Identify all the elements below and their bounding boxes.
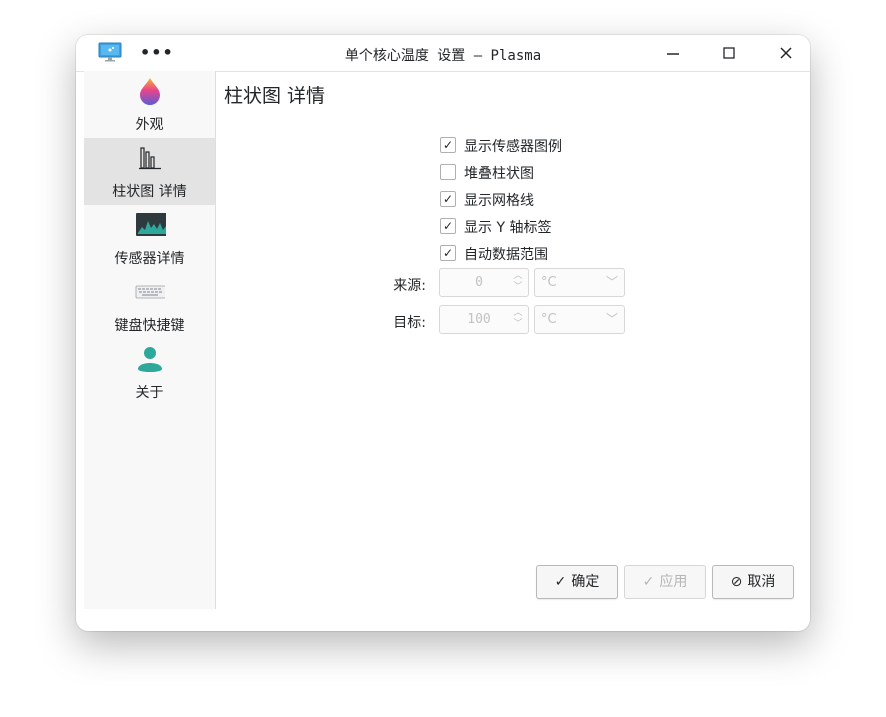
sidebar: 外观 柱状图 详情 传感器详情 键盘快捷键 关于 — [84, 71, 216, 609]
from-unit-select[interactable]: °C ﹀ — [534, 268, 625, 297]
spin-arrows-icon[interactable]: ︿ ﹀ — [512, 308, 524, 330]
apply-button[interactable]: ✓ 应用 — [624, 565, 706, 599]
from-unit: °C — [541, 275, 557, 290]
chevron-down-icon: ﹀ — [605, 312, 618, 326]
sidebar-item-label: 柱状图 详情 — [112, 184, 187, 200]
sidebar-item-appearance[interactable]: 外观 — [84, 71, 215, 138]
window-title: 单个核心温度 设置 — Plasma — [344, 48, 542, 64]
to-value: 100 — [467, 312, 491, 327]
option-label: 自动数据范围 — [464, 247, 548, 263]
cancel-button-label: 取消 — [747, 574, 776, 590]
sidebar-item-label: 外观 — [135, 117, 164, 133]
user-icon — [138, 347, 162, 372]
check-icon: ✓ — [642, 574, 655, 590]
from-value: 0 — [475, 275, 483, 290]
chevron-down-icon: ﹀ — [605, 275, 618, 289]
settings-window: ••• 单个核心温度 设置 — Plasma 外观 柱状图 详情 传感器详情 键… — [76, 35, 810, 631]
sidebar-item-label: 关于 — [135, 385, 164, 401]
ok-button-label: 确定 — [571, 574, 600, 590]
checkbox-checked[interactable]: ✓ — [440, 191, 456, 207]
minimize-icon[interactable] — [660, 40, 686, 66]
maximize-icon[interactable] — [716, 40, 742, 66]
checkbox-checked[interactable]: ✓ — [440, 245, 456, 261]
to-unit: °C — [541, 312, 557, 327]
from-spinbox[interactable]: 0 ︿ ﹀ — [439, 268, 529, 297]
to-label: 目标: — [393, 315, 426, 331]
option-label: 显示网格线 — [464, 193, 534, 209]
close-icon[interactable] — [773, 40, 799, 66]
sensor-monitor-icon — [136, 213, 166, 236]
option-label: 显示 Y 轴标签 — [464, 220, 552, 236]
keyboard-icon — [135, 285, 165, 299]
ok-button[interactable]: ✓ 确定 — [536, 565, 618, 599]
sidebar-item-sensor-details[interactable]: 传感器详情 — [84, 205, 215, 272]
checkbox-checked[interactable]: ✓ — [440, 137, 456, 153]
checkbox-unchecked[interactable] — [440, 164, 456, 180]
option-label: 堆叠柱状图 — [464, 166, 534, 182]
to-spinbox[interactable]: 100 ︿ ﹀ — [439, 305, 529, 334]
check-icon: ✓ — [554, 574, 567, 590]
page-title: 柱状图 详情 — [224, 85, 326, 107]
sidebar-item-about[interactable]: 关于 — [84, 339, 215, 406]
to-unit-select[interactable]: °C ﹀ — [534, 305, 625, 334]
appearance-drop-icon — [140, 78, 160, 105]
option-label: 显示传感器图例 — [464, 139, 562, 155]
cancel-icon: ⊘ — [730, 574, 743, 590]
sidebar-item-label: 键盘快捷键 — [114, 318, 185, 334]
spin-arrows-icon[interactable]: ︿ ﹀ — [512, 271, 524, 293]
from-label: 来源: — [393, 278, 426, 294]
bar-chart-icon — [139, 147, 161, 170]
title-bar[interactable]: ••• 单个核心温度 设置 — Plasma — [76, 35, 810, 72]
cancel-button[interactable]: ⊘ 取消 — [712, 565, 794, 599]
sidebar-item-shortcuts[interactable]: 键盘快捷键 — [84, 272, 215, 339]
apply-button-label: 应用 — [659, 574, 688, 590]
sidebar-item-bar-chart[interactable]: 柱状图 详情 — [84, 138, 215, 205]
checkbox-checked[interactable]: ✓ — [440, 218, 456, 234]
sidebar-item-label: 传感器详情 — [114, 251, 185, 267]
